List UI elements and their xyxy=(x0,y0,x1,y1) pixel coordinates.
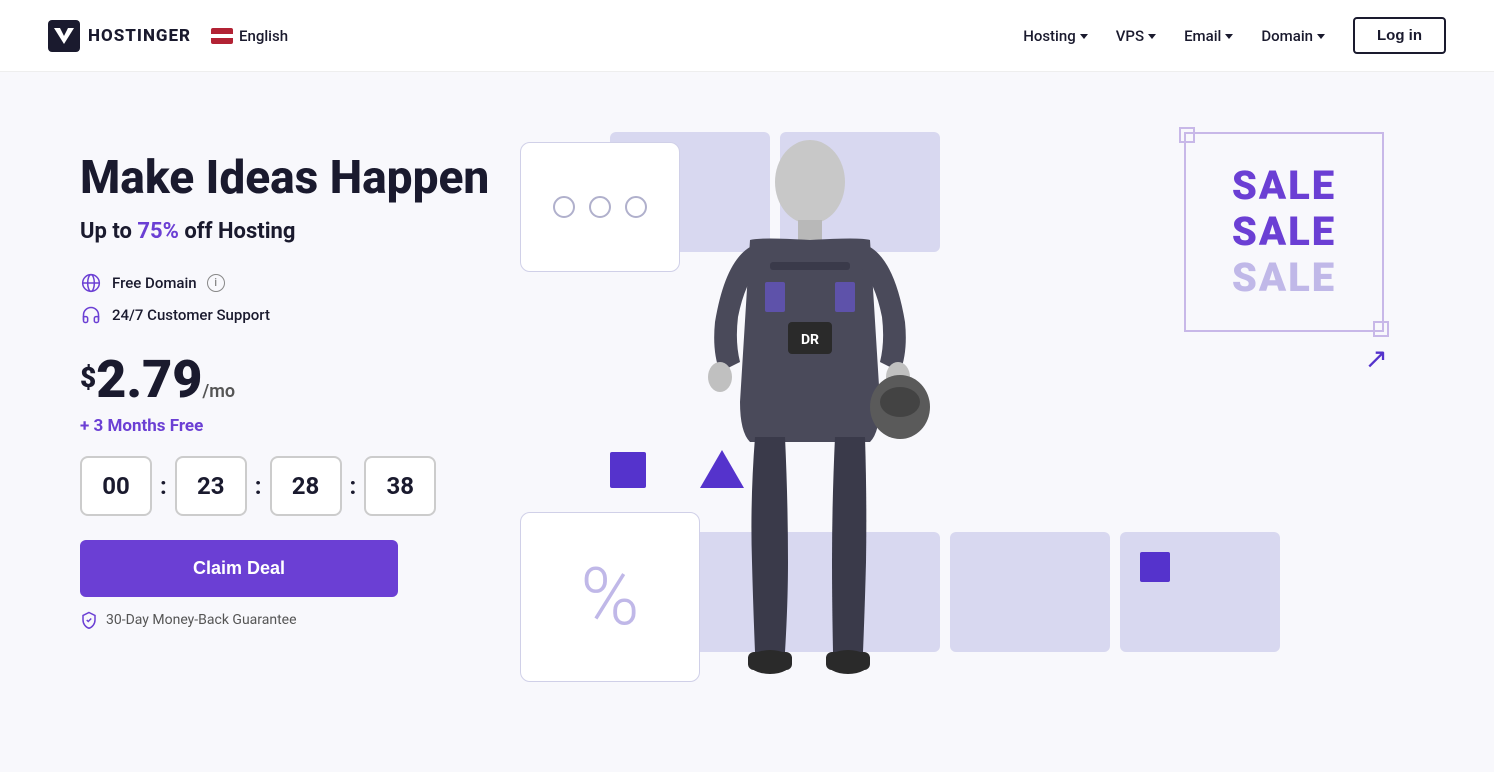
globe-icon xyxy=(80,272,102,294)
free-months-label: + 3 Months Free xyxy=(80,416,520,436)
countdown-timer: 00 : 23 : 28 : 38 xyxy=(80,456,520,516)
hero-decoration: % SALE SALE SALE ↗ xyxy=(520,132,1414,732)
feature-support: 24/7 Customer Support xyxy=(80,304,520,326)
price-display: $2.79/mo xyxy=(80,349,235,410)
deco-square-far-right2 xyxy=(1120,532,1280,652)
deco-square-far-right xyxy=(950,532,1110,652)
chevron-down-icon xyxy=(1148,34,1156,39)
language-label: English xyxy=(239,27,288,45)
cursor-icon: ↗ xyxy=(1365,342,1388,375)
chevron-down-icon xyxy=(1317,34,1325,39)
countdown-sep-1: : xyxy=(152,472,175,500)
logo[interactable]: HOSTINGER xyxy=(48,20,191,52)
countdown-sep-3: : xyxy=(342,472,365,500)
nav-vps[interactable]: VPS xyxy=(1116,27,1156,45)
nav-right: Hosting VPS Email Domain Log in xyxy=(1023,17,1446,54)
hero-subheadline: Up to 75% off Hosting xyxy=(80,219,520,244)
feature-domain-text: Free Domain xyxy=(112,274,197,292)
price-block: $2.79/mo xyxy=(80,354,520,406)
deco-dark-square-1 xyxy=(610,452,646,488)
logo-icon xyxy=(48,20,80,52)
chevron-down-icon xyxy=(1225,34,1233,39)
nav-left: HOSTINGER English xyxy=(48,20,288,52)
navbar: HOSTINGER English Hosting VPS Email Doma… xyxy=(0,0,1494,72)
shield-icon xyxy=(80,611,98,629)
login-button[interactable]: Log in xyxy=(1353,17,1446,54)
nav-email[interactable]: Email xyxy=(1184,27,1233,45)
sale-line-3: SALE xyxy=(1232,255,1336,301)
deco-circles-card xyxy=(520,142,680,272)
sale-line-1: SALE xyxy=(1232,163,1336,209)
hero-section: Make Ideas Happen Up to 75% off Hosting … xyxy=(0,72,1494,772)
svg-text:DR: DR xyxy=(801,332,819,348)
headset-icon xyxy=(80,304,102,326)
guarantee-label: 30-Day Money-Back Guarantee xyxy=(80,611,520,629)
nav-hosting[interactable]: Hosting xyxy=(1023,27,1088,45)
deco-sale-box: SALE SALE SALE xyxy=(1184,132,1384,332)
person-svg: DR xyxy=(670,122,950,762)
language-selector[interactable]: English xyxy=(211,27,288,45)
countdown-frames: 38 xyxy=(364,456,436,516)
percent-symbol: % xyxy=(580,557,639,637)
flag-icon xyxy=(211,28,233,44)
info-icon[interactable]: i xyxy=(207,274,225,292)
deco-dark-square-2 xyxy=(1140,552,1170,582)
countdown-sep-2: : xyxy=(247,472,270,500)
nav-domain[interactable]: Domain xyxy=(1261,27,1325,45)
sale-line-2: SALE xyxy=(1232,209,1336,255)
hero-person-image: DR xyxy=(670,122,950,762)
deco-circle-1 xyxy=(553,196,575,218)
feature-domain: Free Domain i xyxy=(80,272,520,294)
logo-text: HOSTINGER xyxy=(88,26,191,46)
claim-deal-button[interactable]: Claim Deal xyxy=(80,540,398,597)
countdown-hours: 00 xyxy=(80,456,152,516)
features-list: Free Domain i 24/7 Customer Support xyxy=(80,272,520,326)
deco-circle-2 xyxy=(589,196,611,218)
hero-headline: Make Ideas Happen xyxy=(80,152,520,205)
hero-content: Make Ideas Happen Up to 75% off Hosting … xyxy=(80,132,520,629)
countdown-minutes: 23 xyxy=(175,456,247,516)
chevron-down-icon xyxy=(1080,34,1088,39)
deco-circle-3 xyxy=(625,196,647,218)
feature-support-text: 24/7 Customer Support xyxy=(112,306,270,324)
countdown-seconds: 28 xyxy=(270,456,342,516)
